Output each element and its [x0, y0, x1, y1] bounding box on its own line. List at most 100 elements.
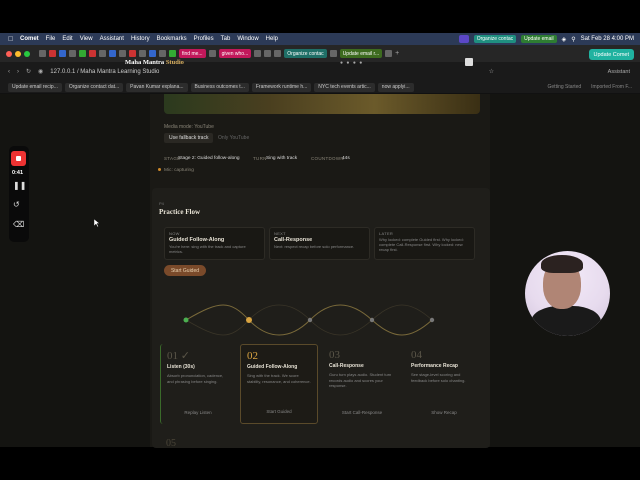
- search-icon[interactable]: ⚲: [571, 36, 575, 43]
- stage-name: Performance Recap: [411, 363, 458, 369]
- tab-given-who[interactable]: given who...: [218, 49, 252, 58]
- tab-favicon[interactable]: [329, 50, 337, 57]
- stop-recording-button[interactable]: [11, 151, 26, 166]
- countdown-value: 44s: [342, 156, 350, 161]
- replay-listen-button[interactable]: Replay Listen: [184, 410, 211, 415]
- bookmark-item[interactable]: now applyi...: [377, 82, 414, 92]
- tab-favicon[interactable]: [49, 50, 56, 57]
- tab-favicon[interactable]: [129, 50, 136, 57]
- expand-icon[interactable]: [465, 58, 473, 66]
- stage-card-guided[interactable]: 02 Guided Follow-Along Sing with the tra…: [240, 344, 318, 424]
- step-next: NEXT Call-Response Next: respect recap b…: [269, 227, 370, 260]
- stage-card-call-response[interactable]: 03 Call-Response Guru turn plays audio. …: [323, 344, 401, 424]
- update-comet-button[interactable]: Update Comet: [588, 49, 634, 60]
- webcam-overlay[interactable]: [525, 251, 610, 336]
- tab-favicon[interactable]: [79, 50, 86, 57]
- tab-favicon[interactable]: [59, 50, 66, 57]
- stage-desc: Absorb pronunciation, cadence, and phras…: [167, 373, 224, 384]
- menu-app[interactable]: Comet: [20, 36, 39, 42]
- section-eyebrow: P4: [159, 201, 164, 206]
- menu-history[interactable]: History: [131, 36, 150, 42]
- apple-icon[interactable]: : [8, 36, 14, 43]
- star-icon[interactable]: ☆: [489, 68, 494, 75]
- only-youtube-option[interactable]: Only YouTube: [218, 135, 249, 141]
- back-icon[interactable]: ‹: [8, 69, 10, 75]
- tab-favicon[interactable]: [89, 50, 96, 57]
- bookmark-item[interactable]: NYC tech events artic...: [314, 82, 375, 92]
- bookmark-getting-started[interactable]: Getting Started: [548, 84, 582, 90]
- tab-favicon[interactable]: [39, 50, 46, 57]
- tab-favicon[interactable]: [119, 50, 126, 57]
- show-recap-button[interactable]: Show Recap: [431, 410, 457, 415]
- bookmark-item[interactable]: Framework runtime h...: [251, 82, 312, 92]
- menu-window[interactable]: Window: [237, 36, 258, 42]
- step-next-key: NEXT: [274, 231, 286, 236]
- status-chip-update[interactable]: Update email: [521, 35, 557, 43]
- menubar-datetime[interactable]: Sat Feb 28 4:00 PM: [581, 36, 634, 42]
- tab-favicon[interactable]: [99, 50, 106, 57]
- step-now-desc: You're here: sing with the track and cap…: [169, 244, 246, 254]
- stage-node-5[interactable]: [429, 317, 435, 323]
- step-later-key: LATER: [379, 231, 394, 236]
- menu-assistant[interactable]: Assistant: [100, 36, 124, 42]
- menu-edit[interactable]: Edit: [62, 36, 72, 42]
- pause-icon[interactable]: ❚❚: [13, 181, 26, 190]
- tab-strip: find me... given who... Organize contac …: [0, 45, 640, 62]
- menu-help[interactable]: Help: [266, 36, 278, 42]
- stage-node-1[interactable]: [183, 317, 189, 323]
- menu-tab[interactable]: Tab: [221, 36, 231, 42]
- wifi-icon[interactable]: ◈: [562, 36, 567, 43]
- restart-icon[interactable]: ↺: [13, 200, 20, 209]
- stage-node-2[interactable]: [246, 317, 252, 323]
- tab-favicon[interactable]: [254, 50, 262, 57]
- forward-icon[interactable]: ›: [17, 69, 19, 75]
- tab-favicon[interactable]: [274, 50, 282, 57]
- tab-favicon[interactable]: [109, 50, 116, 57]
- bookmark-item[interactable]: Pavan Kumar explana...: [126, 82, 188, 92]
- status-chip-organize[interactable]: Organize contac: [473, 35, 517, 43]
- bookmark-item[interactable]: Business outcomes t...: [190, 82, 249, 92]
- tab-organize[interactable]: Organize contac: [284, 49, 327, 58]
- url-field[interactable]: 127.0.0.1 / Maha Mantra Learning Studio: [50, 69, 159, 75]
- menu-file[interactable]: File: [46, 36, 56, 42]
- bookmark-imported[interactable]: Imported From F...: [591, 84, 632, 90]
- progress-wave: [183, 304, 435, 336]
- tab-favicon[interactable]: [139, 50, 146, 57]
- stage-node-3[interactable]: [307, 317, 313, 323]
- tab-favicon[interactable]: [208, 50, 216, 57]
- new-tab-icon[interactable]: +: [395, 50, 402, 57]
- bookmark-item[interactable]: Organize contact dat...: [64, 82, 124, 92]
- tab-favicon[interactable]: [149, 50, 156, 57]
- tab-update-email[interactable]: Update email r...: [339, 49, 383, 58]
- tab-favicon[interactable]: [159, 50, 166, 57]
- stage-card-listen[interactable]: 01 ✓ Listen (30s) Absorb pronunciation, …: [160, 344, 235, 424]
- use-fallback-button[interactable]: Use fallback track: [164, 133, 214, 143]
- trash-icon[interactable]: ⌫: [13, 220, 24, 229]
- minimize-window-icon[interactable]: [15, 50, 21, 57]
- tab-favicon[interactable]: [385, 50, 393, 57]
- tab-favicon[interactable]: [69, 50, 76, 57]
- tab-favicon[interactable]: [264, 50, 272, 57]
- start-guided-stage-button[interactable]: Start Guided: [266, 409, 291, 414]
- tab-find-me[interactable]: find me...: [179, 49, 206, 58]
- reload-icon[interactable]: ↻: [26, 68, 31, 75]
- start-call-response-button[interactable]: Start Call-Response: [342, 410, 382, 415]
- practice-flow-title: Practice Flow: [159, 208, 201, 216]
- maximize-window-icon[interactable]: [24, 50, 30, 57]
- status-app-icon[interactable]: [458, 35, 469, 43]
- step-now-key: NOW: [169, 231, 180, 236]
- menu-bookmarks[interactable]: Bookmarks: [157, 36, 187, 42]
- close-window-icon[interactable]: [6, 50, 12, 57]
- stage-node-4[interactable]: [369, 317, 375, 323]
- bookmark-item[interactable]: Update email recip...: [8, 82, 62, 92]
- start-guided-button[interactable]: Start Guided: [164, 265, 206, 276]
- carousel-dots[interactable]: ● ● ● ●: [340, 60, 363, 66]
- assistant-button[interactable]: Assistant: [608, 69, 630, 75]
- menu-profiles[interactable]: Profiles: [194, 36, 214, 42]
- site-info-icon[interactable]: ◉: [38, 68, 43, 75]
- step-now-title: Guided Follow-Along: [169, 237, 225, 243]
- tab-favicon[interactable]: [169, 50, 176, 57]
- menu-view[interactable]: View: [80, 36, 93, 42]
- recording-timer: 0:41: [12, 170, 24, 176]
- stage-card-recap[interactable]: 04 Performance Recap See stage-level sco…: [405, 344, 483, 424]
